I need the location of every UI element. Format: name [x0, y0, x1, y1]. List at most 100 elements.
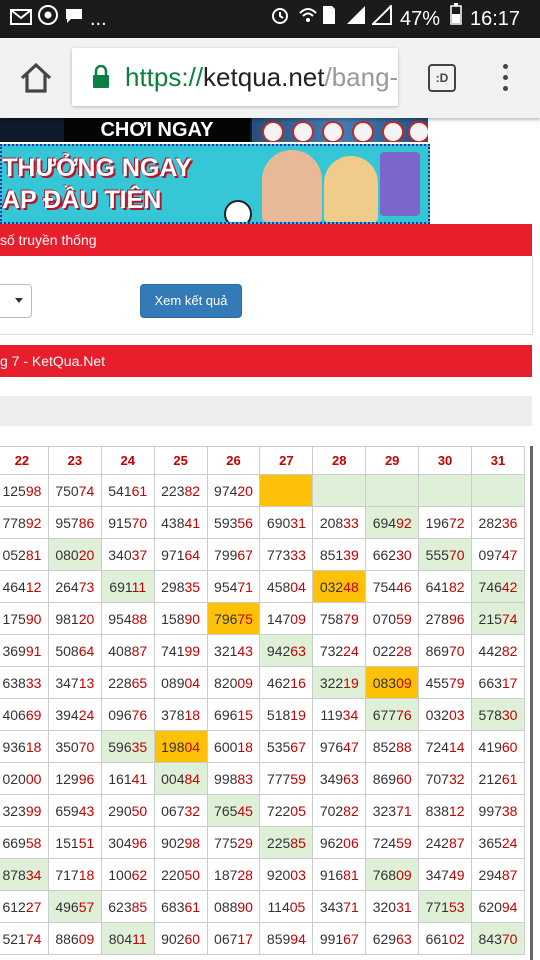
result-head: 659: [55, 802, 79, 819]
result-tail: 58: [25, 834, 42, 851]
result-tail: 69: [25, 706, 42, 723]
result-head: 394: [55, 706, 79, 723]
result-head: 724: [425, 738, 449, 755]
result-cell: 06732: [153, 794, 208, 827]
result-cell: 97420: [206, 474, 261, 507]
result-cell: 34037: [100, 538, 155, 571]
result-head: 442: [478, 642, 502, 659]
result-tail: 59: [290, 770, 306, 787]
result-head: 321: [214, 642, 238, 659]
table-row: 46412 26473 69111 29835 95471 45804 03248 75446…: [0, 570, 525, 603]
result-cell: 66958: [0, 826, 49, 859]
table-row: 32399 65943 29050 06732 76545 72205 70282 32371…: [0, 794, 525, 827]
result-head: 886: [55, 930, 79, 947]
result-head: 322: [319, 674, 344, 691]
result-cell: 34963: [312, 762, 367, 795]
result-cell: 91570: [100, 506, 155, 539]
result-head: 175: [2, 610, 26, 627]
result-tail: 41: [131, 770, 148, 787]
home-icon[interactable]: [16, 58, 56, 98]
result-cell: 59635: [100, 730, 155, 763]
result-cell: 69111: [100, 570, 155, 603]
result-tail: 37: [131, 546, 148, 563]
address-bar[interactable]: https://ketqua.net/bang-: [72, 48, 398, 106]
result-tail: 09: [396, 866, 412, 883]
result-head: 920: [266, 866, 291, 883]
result-head: 915: [108, 514, 132, 531]
result-tail: 64: [78, 642, 95, 659]
result-tail: 53: [448, 898, 465, 915]
result-head: 859: [266, 930, 291, 947]
tab-switcher-button[interactable]: :D: [428, 64, 456, 92]
ad-banner-top[interactable]: CHƠI NGAY: [0, 118, 428, 142]
column-header: 22: [0, 446, 49, 475]
result-head: 852: [372, 738, 397, 755]
result-cell: 08904: [153, 666, 208, 699]
view-results-button[interactable]: Xem kết quả: [140, 284, 242, 318]
result-head: 455: [425, 674, 449, 691]
result-cell: 66230: [365, 538, 420, 571]
result-head: 323: [2, 802, 26, 819]
url-host: ketqua.net: [203, 62, 325, 92]
result-cell: 75879: [312, 602, 367, 635]
result-tail: 05: [290, 802, 306, 819]
result-head: 298: [161, 578, 185, 595]
result-head: 998: [214, 770, 238, 787]
result-cell: 70282: [312, 794, 367, 827]
result-head: 198: [161, 738, 185, 755]
person-image: [324, 156, 378, 222]
result-cell: 50864: [47, 634, 102, 667]
result-head: 089: [161, 674, 185, 691]
result-cell: 76809: [365, 858, 420, 891]
result-head: 070: [372, 610, 397, 627]
result-head: 775: [214, 834, 238, 851]
result-head: 661: [425, 930, 449, 947]
ad-banner-bonus[interactable]: THƯỞNG NGAY AP ĐẦU TIÊN: [0, 144, 430, 224]
result-tail: 39: [343, 546, 359, 563]
result-head: 765: [214, 802, 238, 819]
result-head: 758: [319, 610, 344, 627]
result-head: 936: [2, 738, 26, 755]
result-head: 799: [214, 546, 238, 563]
result-head: 777: [266, 770, 291, 787]
result-tail: 18: [184, 706, 201, 723]
result-cell: 24287: [418, 826, 473, 859]
result-cell: 72205: [259, 794, 314, 827]
result-tail: 09: [78, 930, 95, 947]
result-cell: [418, 474, 473, 507]
result-cell: 08309: [365, 666, 420, 699]
result-tail: 30: [396, 546, 412, 563]
result-cell: 29050: [100, 794, 155, 827]
result-tail: 28: [396, 642, 412, 659]
panel-title: g 7 - KetQua.Net: [0, 353, 106, 369]
result-tail: 73: [78, 578, 95, 595]
result-cell: 21261: [471, 762, 525, 795]
result-head: 004: [161, 770, 185, 787]
banner-line-2: AP ĐẦU TIÊN: [2, 186, 162, 214]
result-head: 225: [266, 834, 291, 851]
result-cell: 22865: [100, 666, 155, 699]
result-tail: 50: [131, 802, 148, 819]
result-cell: 32031: [365, 890, 420, 923]
url-text: https://ketqua.net/bang-: [125, 62, 398, 93]
result-cell: 41960: [471, 730, 525, 763]
battery-icon: [450, 0, 462, 38]
result-tail: 81: [343, 866, 359, 883]
result-cell: 82009: [206, 666, 261, 699]
result-cell: [471, 474, 525, 507]
result-cell: 32219: [312, 666, 367, 699]
result-cell: 88609: [47, 922, 102, 955]
result-head: 746: [478, 578, 502, 595]
result-head: 365: [478, 834, 502, 851]
results-table-container: 22 23 24 25 26 27 28 29 30 31 12598 75074 54161 2238…: [0, 446, 533, 960]
result-cell: 77153: [418, 890, 473, 923]
result-cell: 08890: [206, 890, 261, 923]
sim-icon: [322, 0, 336, 38]
column-header: 25: [153, 446, 208, 475]
table-row: 17590 98120 95488 15890 79675 14709 75879 07059…: [0, 602, 525, 635]
result-tail: 63: [290, 642, 306, 659]
overflow-menu-icon[interactable]: [498, 64, 512, 96]
result-tail: 19: [290, 706, 306, 723]
date-select[interactable]: [0, 284, 32, 318]
result-head: 629: [372, 930, 397, 947]
